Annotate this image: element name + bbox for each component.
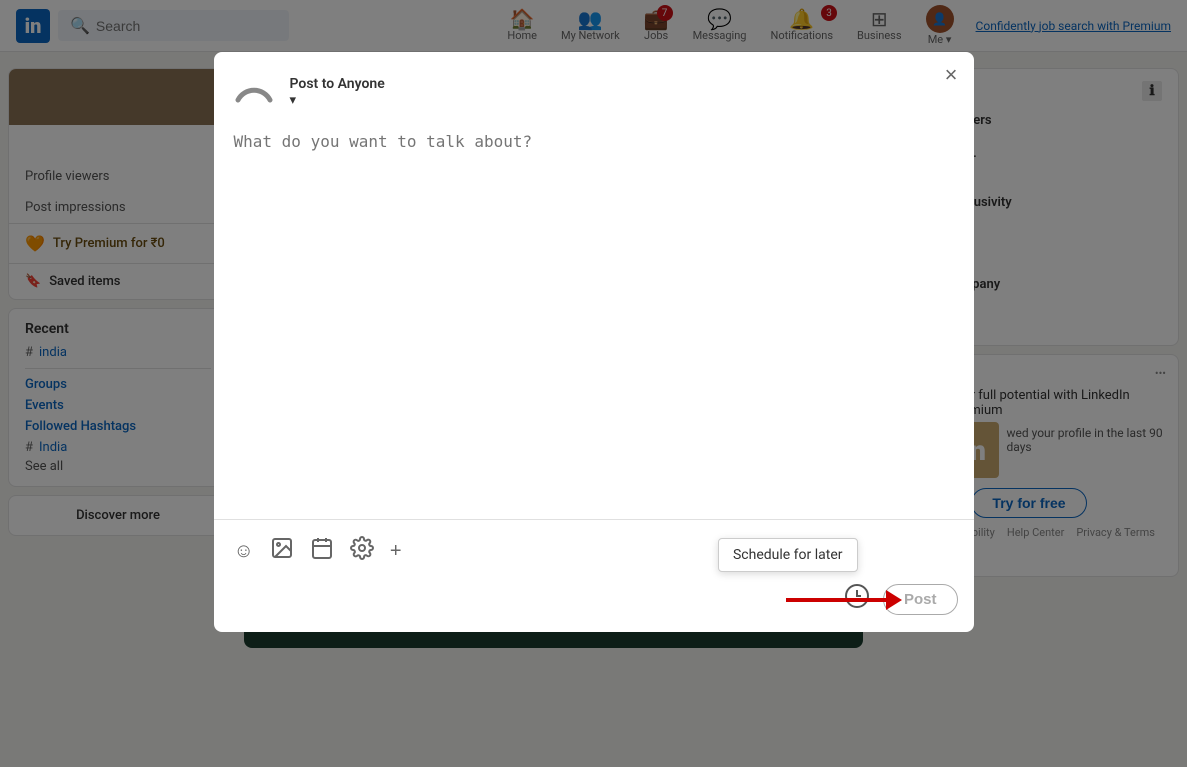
audience-dropdown[interactable]: ▾ bbox=[290, 92, 385, 108]
modal-post-to: Post to Anyone ▾ bbox=[290, 76, 385, 108]
arrow-head bbox=[886, 590, 902, 610]
modal-toolbar: ☺ bbox=[214, 519, 974, 632]
modal-close-button[interactable]: × bbox=[945, 64, 958, 86]
modal-overlay: Post to Anyone ▾ × ☺ bbox=[0, 0, 1187, 767]
toolbar-post-row: Schedule for later Post bbox=[230, 578, 958, 620]
schedule-tooltip: Schedule for later bbox=[718, 538, 858, 572]
dropdown-icon: ▾ bbox=[290, 92, 297, 108]
calendar-button[interactable] bbox=[306, 532, 338, 570]
plus-button[interactable]: + bbox=[386, 536, 406, 567]
emoji-button[interactable]: ☺ bbox=[230, 536, 258, 567]
gear-button[interactable] bbox=[346, 532, 378, 570]
arrow-line bbox=[786, 598, 886, 602]
post-to-label: Post to Anyone bbox=[290, 76, 385, 92]
image-button[interactable] bbox=[266, 532, 298, 570]
modal-header: Post to Anyone ▾ × bbox=[214, 52, 974, 116]
red-arrow-container bbox=[786, 590, 902, 610]
post-modal: Post to Anyone ▾ × ☺ bbox=[214, 52, 974, 632]
post-textarea[interactable] bbox=[214, 116, 974, 519]
modal-user-avatar bbox=[230, 68, 278, 116]
